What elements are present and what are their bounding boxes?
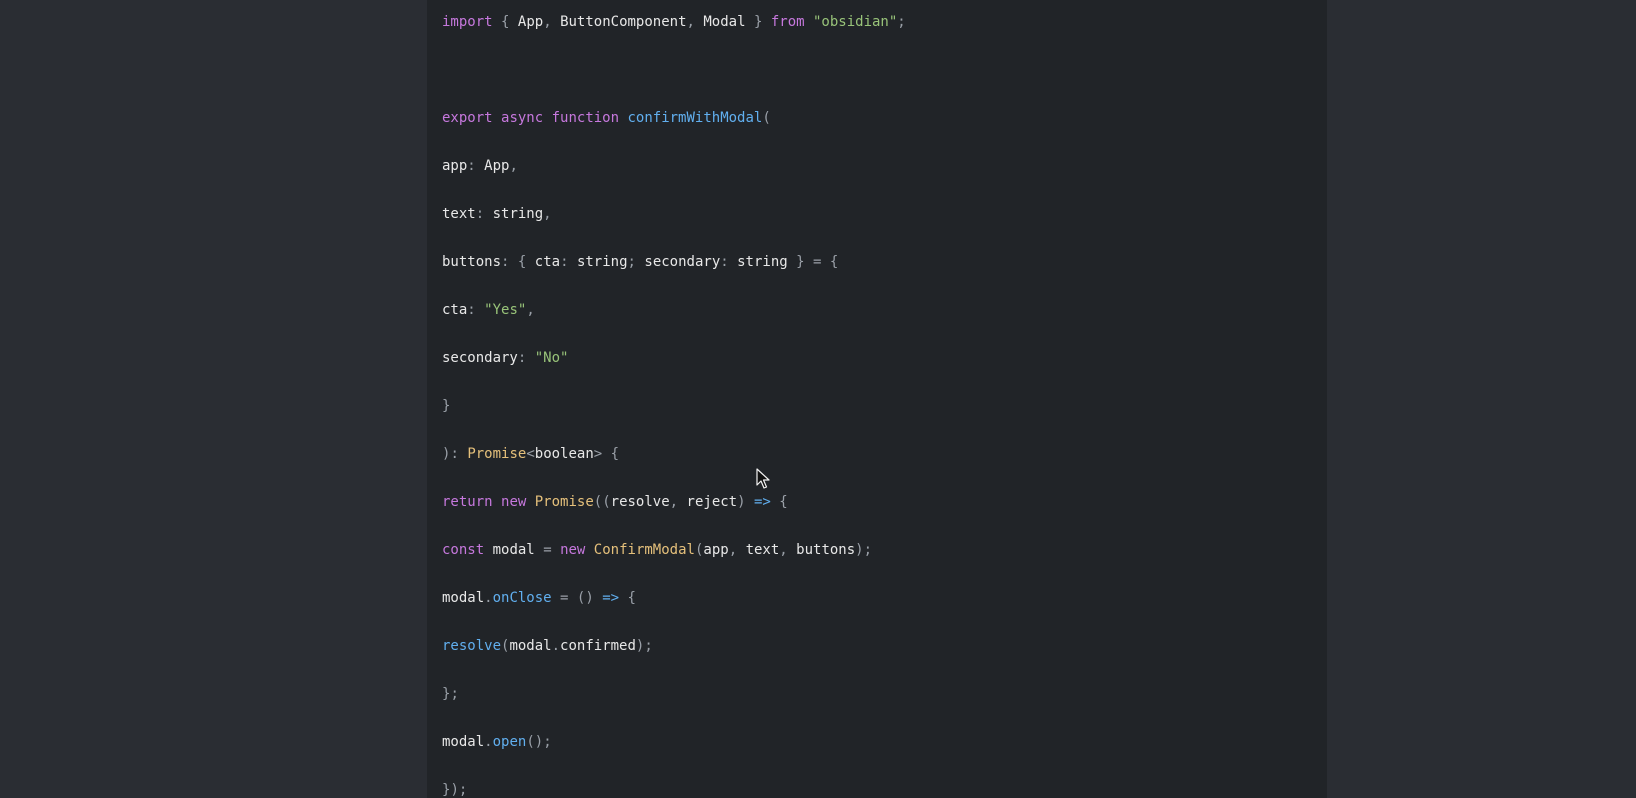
mouse-cursor-icon [756,468,770,489]
code-line: export async function confirmWithModal( [442,110,771,126]
code-line: } [442,398,451,414]
code-line: ): Promise<boolean> { [442,446,620,462]
code-line: modal.open(); [442,734,552,750]
code-line: import { App, ButtonComponent, Modal } f… [442,14,906,30]
code-line: }; [442,686,459,702]
code-line: cta: "Yes", [442,302,535,318]
code-line: text: string, [442,206,552,222]
code-content: import { App, ButtonComponent, Modal } f… [442,0,1312,798]
code-line: modal.onClose = () => { [442,590,636,606]
code-line: secondary: "No" [442,350,569,366]
code-line: app: App, [442,158,518,174]
code-line: resolve(modal.confirmed); [442,638,653,654]
code-line: buttons: { cta: string; secondary: strin… [442,254,839,270]
code-block[interactable]: import { App, ButtonComponent, Modal } f… [427,0,1327,798]
code-line: }); [442,782,468,798]
code-line: const modal = new ConfirmModal(app, text… [442,542,873,558]
code-line: return new Promise((resolve, reject) => … [442,494,788,510]
screen: import { App, ButtonComponent, Modal } f… [0,0,1636,798]
